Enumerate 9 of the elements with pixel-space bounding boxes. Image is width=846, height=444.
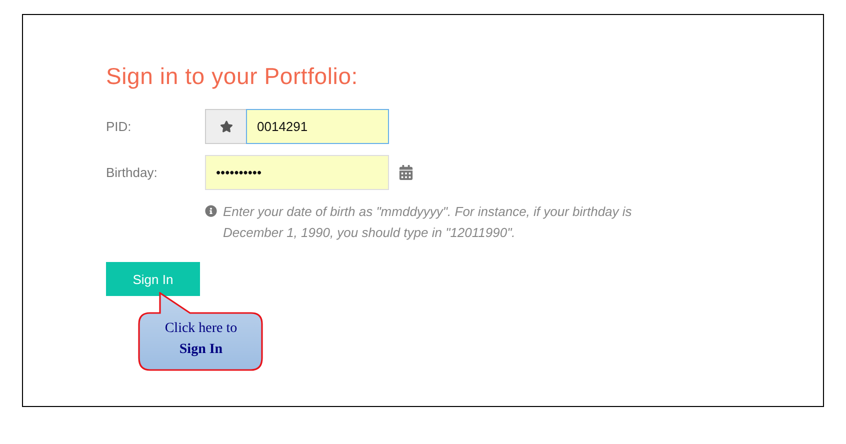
field-label: PID: [106,119,132,134]
input-field[interactable]: 0014291 [246,109,389,144]
field-label: Birthday: [106,165,158,180]
info-icon [205,205,217,217]
hint-text: Enter your date of birth as "mmddyyyy". For instance, if your birthday is December 1, 1990, you should type in "12011990". [223,203,633,242]
calendar-icon[interactable] [399,165,413,180]
form-title: Sign in to your Portfolio: [106,63,359,90]
password-field[interactable]: •••••••••• [205,155,389,190]
callout: Click here to Sign In [138,292,264,372]
